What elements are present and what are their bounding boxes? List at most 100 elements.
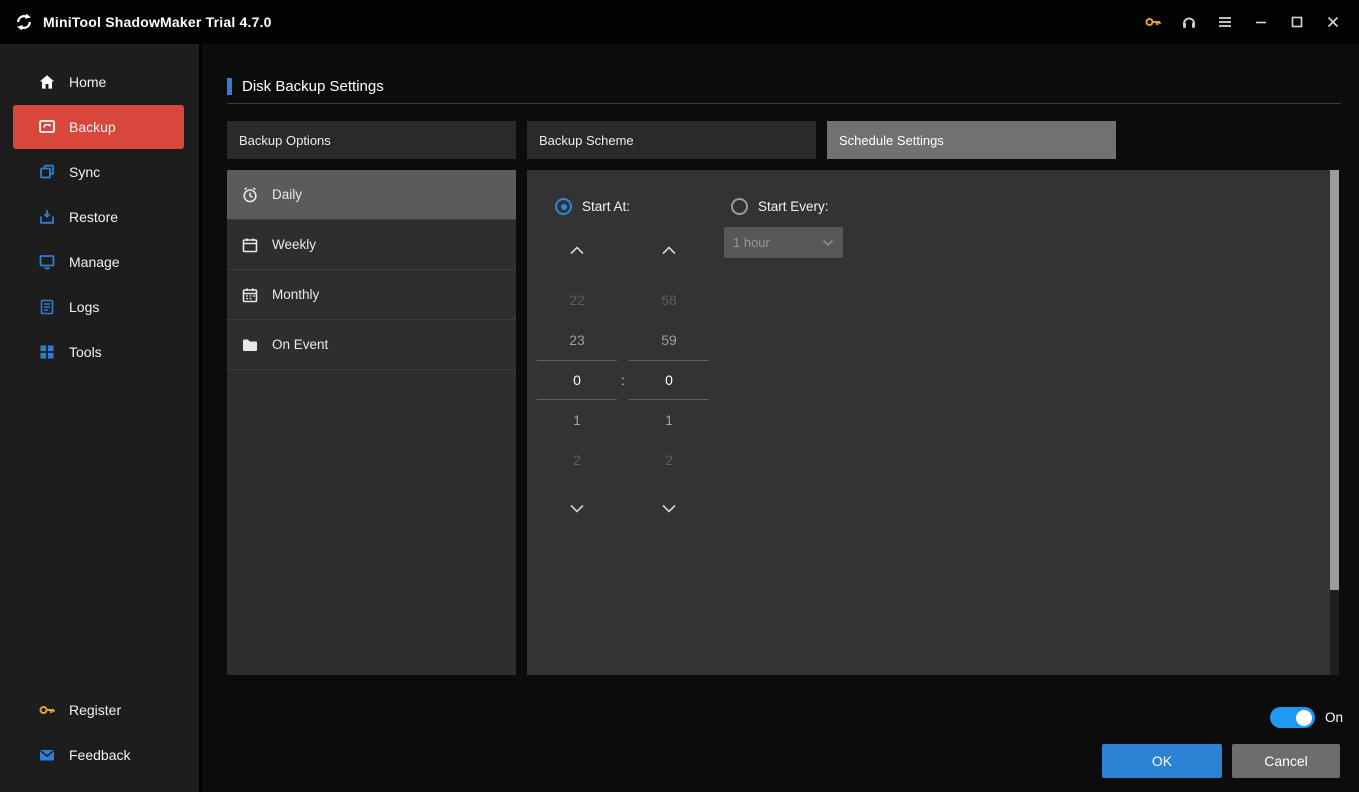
minute-option[interactable]: 2 [629, 440, 709, 480]
sidebar-item-tools[interactable]: Tools [13, 330, 184, 374]
sidebar-item-label: Restore [69, 209, 119, 225]
tab-schedule-settings[interactable]: Schedule Settings [827, 121, 1116, 159]
home-icon [38, 73, 56, 91]
support-button[interactable] [1171, 7, 1207, 37]
app-title: MiniTool ShadowMaker Trial 4.7.0 [43, 14, 272, 30]
sidebar-item-label: Sync [69, 164, 101, 180]
tools-icon [38, 343, 56, 361]
schedule-type-label: Monthly [272, 287, 320, 302]
hour-selected[interactable]: 0 [537, 360, 617, 400]
panel-scrollbar-track[interactable] [1330, 170, 1339, 675]
sidebar-item-label: Home [69, 74, 107, 90]
hour-option[interactable]: 1 [537, 400, 617, 440]
tab-backup-options[interactable]: Backup Options [227, 121, 516, 159]
sidebar-item-label: Register [69, 702, 122, 718]
tab-backup-scheme[interactable]: Backup Scheme [527, 121, 816, 159]
schedule-type-list: Daily Weekly Monthly On Event [227, 170, 516, 675]
start-every-radio-row[interactable]: Start Every: [731, 198, 829, 215]
interval-dropdown[interactable]: 1 hour [724, 227, 843, 258]
page-title: Disk Backup Settings [242, 78, 384, 95]
minute-up-button[interactable] [629, 230, 709, 270]
footer-buttons: OK Cancel [1102, 744, 1340, 778]
start-at-radio[interactable] [555, 198, 572, 215]
sidebar: Home Backup Sync Restore Manage Logs Too… [0, 44, 202, 792]
sidebar-item-sync[interactable]: Sync [13, 150, 184, 194]
sidebar-item-feedback[interactable]: Feedback [13, 733, 181, 777]
clock-icon [241, 186, 259, 204]
close-icon [1324, 13, 1342, 31]
time-picker: 22 23 0 1 2 : 58 59 0 1 2 [537, 230, 709, 528]
register-key-icon [38, 701, 56, 719]
hour-option[interactable]: 23 [537, 320, 617, 360]
chevron-down-icon [569, 504, 585, 513]
interval-value: 1 hour [733, 235, 770, 250]
sidebar-item-label: Backup [69, 119, 116, 135]
start-at-radio-row[interactable]: Start At: [555, 198, 630, 215]
main-content: Disk Backup Settings Backup Options Back… [202, 44, 1359, 792]
minute-down-button[interactable] [629, 488, 709, 528]
backup-icon [38, 118, 56, 136]
sidebar-item-register[interactable]: Register [13, 688, 181, 732]
minute-option[interactable]: 1 [629, 400, 709, 440]
hour-option[interactable]: 2 [537, 440, 617, 480]
hamburger-menu-icon [1216, 13, 1234, 31]
schedule-type-on-event[interactable]: On Event [227, 320, 516, 370]
schedule-toggle[interactable] [1269, 707, 1315, 728]
ok-button[interactable]: OK [1102, 744, 1222, 778]
cancel-button[interactable]: Cancel [1232, 744, 1340, 778]
minute-option[interactable]: 58 [629, 280, 709, 320]
schedule-type-daily[interactable]: Daily [227, 170, 516, 220]
schedule-type-label: Daily [272, 187, 303, 202]
sidebar-item-logs[interactable]: Logs [13, 285, 184, 329]
time-separator-column: : [617, 230, 629, 528]
sidebar-item-manage[interactable]: Manage [13, 240, 184, 284]
toggle-state-label: On [1324, 710, 1343, 725]
chevron-up-icon [661, 245, 677, 255]
folder-icon [241, 336, 259, 354]
logs-icon [38, 298, 56, 316]
schedule-type-weekly[interactable]: Weekly [227, 220, 516, 270]
calendar-month-icon [241, 286, 259, 304]
minute-option[interactable]: 59 [629, 320, 709, 360]
sidebar-item-backup[interactable]: Backup [13, 105, 184, 149]
feedback-mail-icon [38, 746, 56, 764]
sidebar-item-label: Logs [69, 299, 100, 315]
key-icon [1144, 13, 1162, 31]
sidebar-item-label: Manage [69, 254, 120, 270]
header-divider [227, 103, 1341, 104]
hour-up-button[interactable] [537, 230, 617, 270]
schedule-type-label: On Event [272, 337, 329, 352]
schedule-toggle-row: On [1269, 707, 1343, 728]
restore-icon [38, 208, 56, 226]
toggle-knob [1295, 709, 1312, 726]
calendar-week-icon [241, 236, 259, 254]
hour-down-button[interactable] [537, 488, 617, 528]
sidebar-item-label: Feedback [69, 747, 131, 763]
minimize-button[interactable] [1243, 7, 1279, 37]
app-logo-icon [14, 12, 34, 32]
page-header: Disk Backup Settings [227, 78, 384, 95]
sidebar-item-restore[interactable]: Restore [13, 195, 184, 239]
sidebar-item-label: Tools [69, 344, 102, 360]
hour-option[interactable]: 22 [537, 280, 617, 320]
start-at-label: Start At: [582, 199, 631, 214]
sync-icon [38, 163, 56, 181]
chevron-down-icon [661, 504, 677, 513]
panel-scrollbar-thumb[interactable] [1330, 170, 1339, 590]
start-every-radio[interactable] [731, 198, 748, 215]
minute-selected[interactable]: 0 [629, 360, 709, 400]
license-key-button[interactable] [1135, 7, 1171, 37]
maximize-button[interactable] [1279, 7, 1315, 37]
schedule-type-label: Weekly [272, 237, 317, 252]
minimize-icon [1252, 13, 1270, 31]
schedule-type-monthly[interactable]: Monthly [227, 270, 516, 320]
menu-button[interactable] [1207, 7, 1243, 37]
titlebar: MiniTool ShadowMaker Trial 4.7.0 [0, 0, 1359, 44]
chevron-up-icon [569, 245, 585, 255]
time-separator: : [621, 372, 625, 388]
sidebar-item-home[interactable]: Home [13, 60, 184, 104]
close-button[interactable] [1315, 7, 1351, 37]
start-every-label: Start Every: [758, 199, 829, 214]
headset-icon [1180, 13, 1198, 31]
hour-spinner: 22 23 0 1 2 [537, 230, 617, 528]
